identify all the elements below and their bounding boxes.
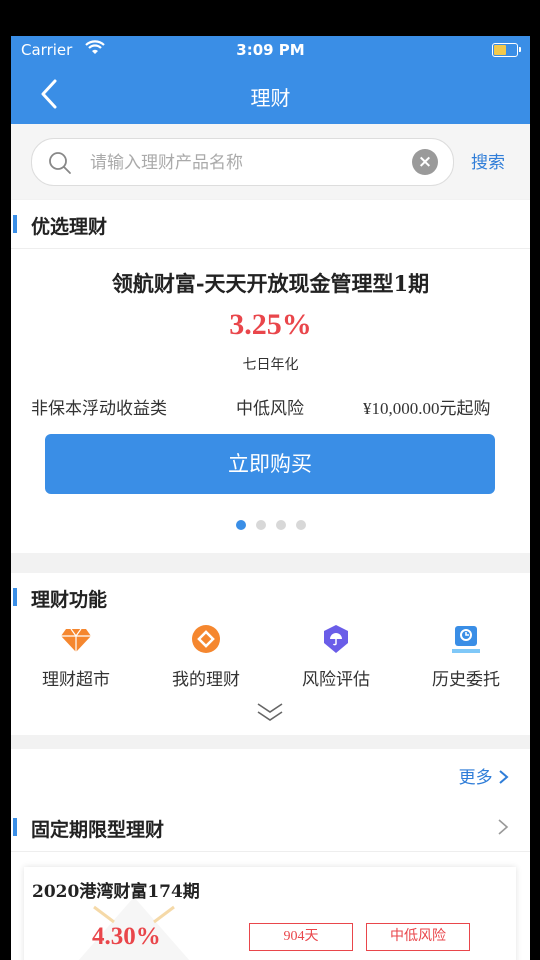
term-tag: 904天 [249,923,353,951]
expand-chevron-icon[interactable] [255,701,285,723]
shield-umbrella-icon [324,625,348,653]
function-label: 历史委托 [432,670,500,690]
more-label: 更多 [458,768,493,788]
carousel-dot[interactable] [295,520,306,530]
diamond-icon [61,628,91,652]
function-history[interactable]: 历史委托 [401,623,530,690]
featured-section: 优选理财 领航财富-天天开放现金管理型1期 3.25% 七日年化 非保本浮动收益… [11,200,530,553]
section-title: 固定期限型理财 [31,819,165,841]
buy-now-button[interactable]: 立即购买 [45,434,495,494]
screen: Carrier 3:09 PM 理财 × 搜索 优选理财 领航财富-天天开放现金… [11,36,530,960]
function-label: 理财超市 [42,670,110,690]
chevron-right-icon [499,770,509,784]
product-risk: 中低风险 [236,399,304,419]
search-box: × [31,138,454,186]
coin-icon [192,625,220,653]
fixed-term-section: 更多 固定期限型理财 2020港湾财富174期 4.30% 904天 中低风险 [11,749,530,960]
battery-icon [492,43,521,57]
product-type: 非保本浮动收益类 [31,399,167,419]
carousel-dot[interactable] [255,520,266,530]
featured-header: 优选理财 [11,200,530,249]
product-card[interactable]: 2020港湾财富174期 4.30% 904天 中低风险 [24,867,516,960]
product-rate: 3.25% [229,308,312,341]
search-icon [49,152,71,174]
card-rate: 4.30% [92,923,161,950]
top-bar: Carrier 3:09 PM 理财 [11,36,530,124]
card-title: 2020港湾财富174期 [32,882,200,902]
section-accent-bar [13,215,17,233]
section-accent-bar [13,588,17,606]
risk-tag: 中低风险 [366,923,470,951]
search-bar: × 搜索 [11,124,530,199]
function-label: 我的理财 [172,670,240,690]
carousel-dot[interactable] [235,520,246,530]
section-accent-bar [13,818,17,836]
function-risk-assessment[interactable]: 风险评估 [271,623,401,690]
navigation-bar: 理财 [11,66,530,124]
functions-section: 理财功能 理财超市 我的理财 风险评估 历史委托 [11,573,530,735]
more-link[interactable]: 更多 [459,763,510,788]
carousel-dots [11,520,530,530]
search-input[interactable] [88,150,392,176]
section-title: 优选理财 [31,216,108,238]
function-market[interactable]: 理财超市 [11,623,141,690]
section-title: 理财功能 [31,589,108,611]
carousel-dot[interactable] [275,520,286,530]
chevron-right-icon[interactable] [496,817,510,837]
product-min-purchase: ¥10,000.00元起购 [363,399,491,418]
status-bar: Carrier 3:09 PM [11,36,530,66]
function-label: 风险评估 [302,670,370,690]
page-title: 理财 [250,86,291,110]
rate-label: 七日年化 [242,357,299,373]
search-button[interactable]: 搜索 [471,148,505,173]
history-icon [452,626,480,653]
fixed-term-header[interactable]: 固定期限型理财 [11,803,530,852]
clear-icon[interactable]: × [412,149,438,175]
functions-header: 理财功能 [11,573,530,621]
product-name[interactable]: 领航财富-天天开放现金管理型1期 [11,268,530,298]
status-time: 3:09 PM [236,41,305,59]
function-my-finance[interactable]: 我的理财 [141,623,271,690]
